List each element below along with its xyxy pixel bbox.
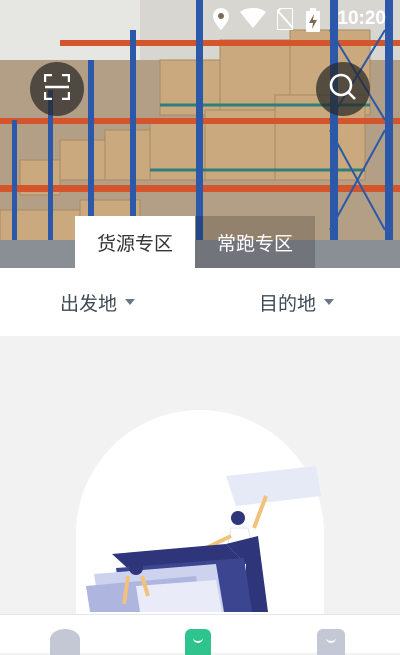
tab-cargo-zone[interactable]: 货源专区 [75, 216, 196, 268]
home-icon[interactable] [50, 629, 80, 655]
destination-label: 目的地 [259, 292, 317, 315]
status-bar: 10:20 [0, 0, 400, 38]
tab-regular-route-zone[interactable]: 常跑专区 [195, 216, 316, 268]
wifi-icon [240, 8, 266, 33]
destination-filter[interactable]: 目的地 [259, 268, 335, 336]
empty-state [0, 336, 400, 640]
origin-filter[interactable]: 出发地 [60, 268, 136, 336]
battery-charging-icon [306, 8, 320, 37]
search-button[interactable] [316, 62, 370, 116]
origin-label: 出发地 [60, 292, 118, 315]
search-icon [329, 73, 357, 105]
caret-down-icon [125, 299, 136, 305]
location-icon [212, 8, 230, 35]
bottom-nav [0, 614, 400, 655]
profile-icon[interactable] [317, 629, 345, 655]
filter-bar: 出发地 目的地 [0, 268, 400, 336]
scan-icon [43, 73, 71, 104]
caret-down-icon [324, 299, 335, 305]
no-sim-icon [276, 7, 294, 35]
zone-tabs: 货源专区 常跑专区 [75, 216, 316, 268]
empty-state-illustration [86, 466, 321, 612]
hero-banner: 10:20 货源专区 常跑专区 [0, 0, 400, 268]
status-time: 10:20 [337, 8, 386, 29]
scan-button[interactable] [30, 62, 84, 116]
cargo-icon[interactable] [185, 629, 211, 655]
